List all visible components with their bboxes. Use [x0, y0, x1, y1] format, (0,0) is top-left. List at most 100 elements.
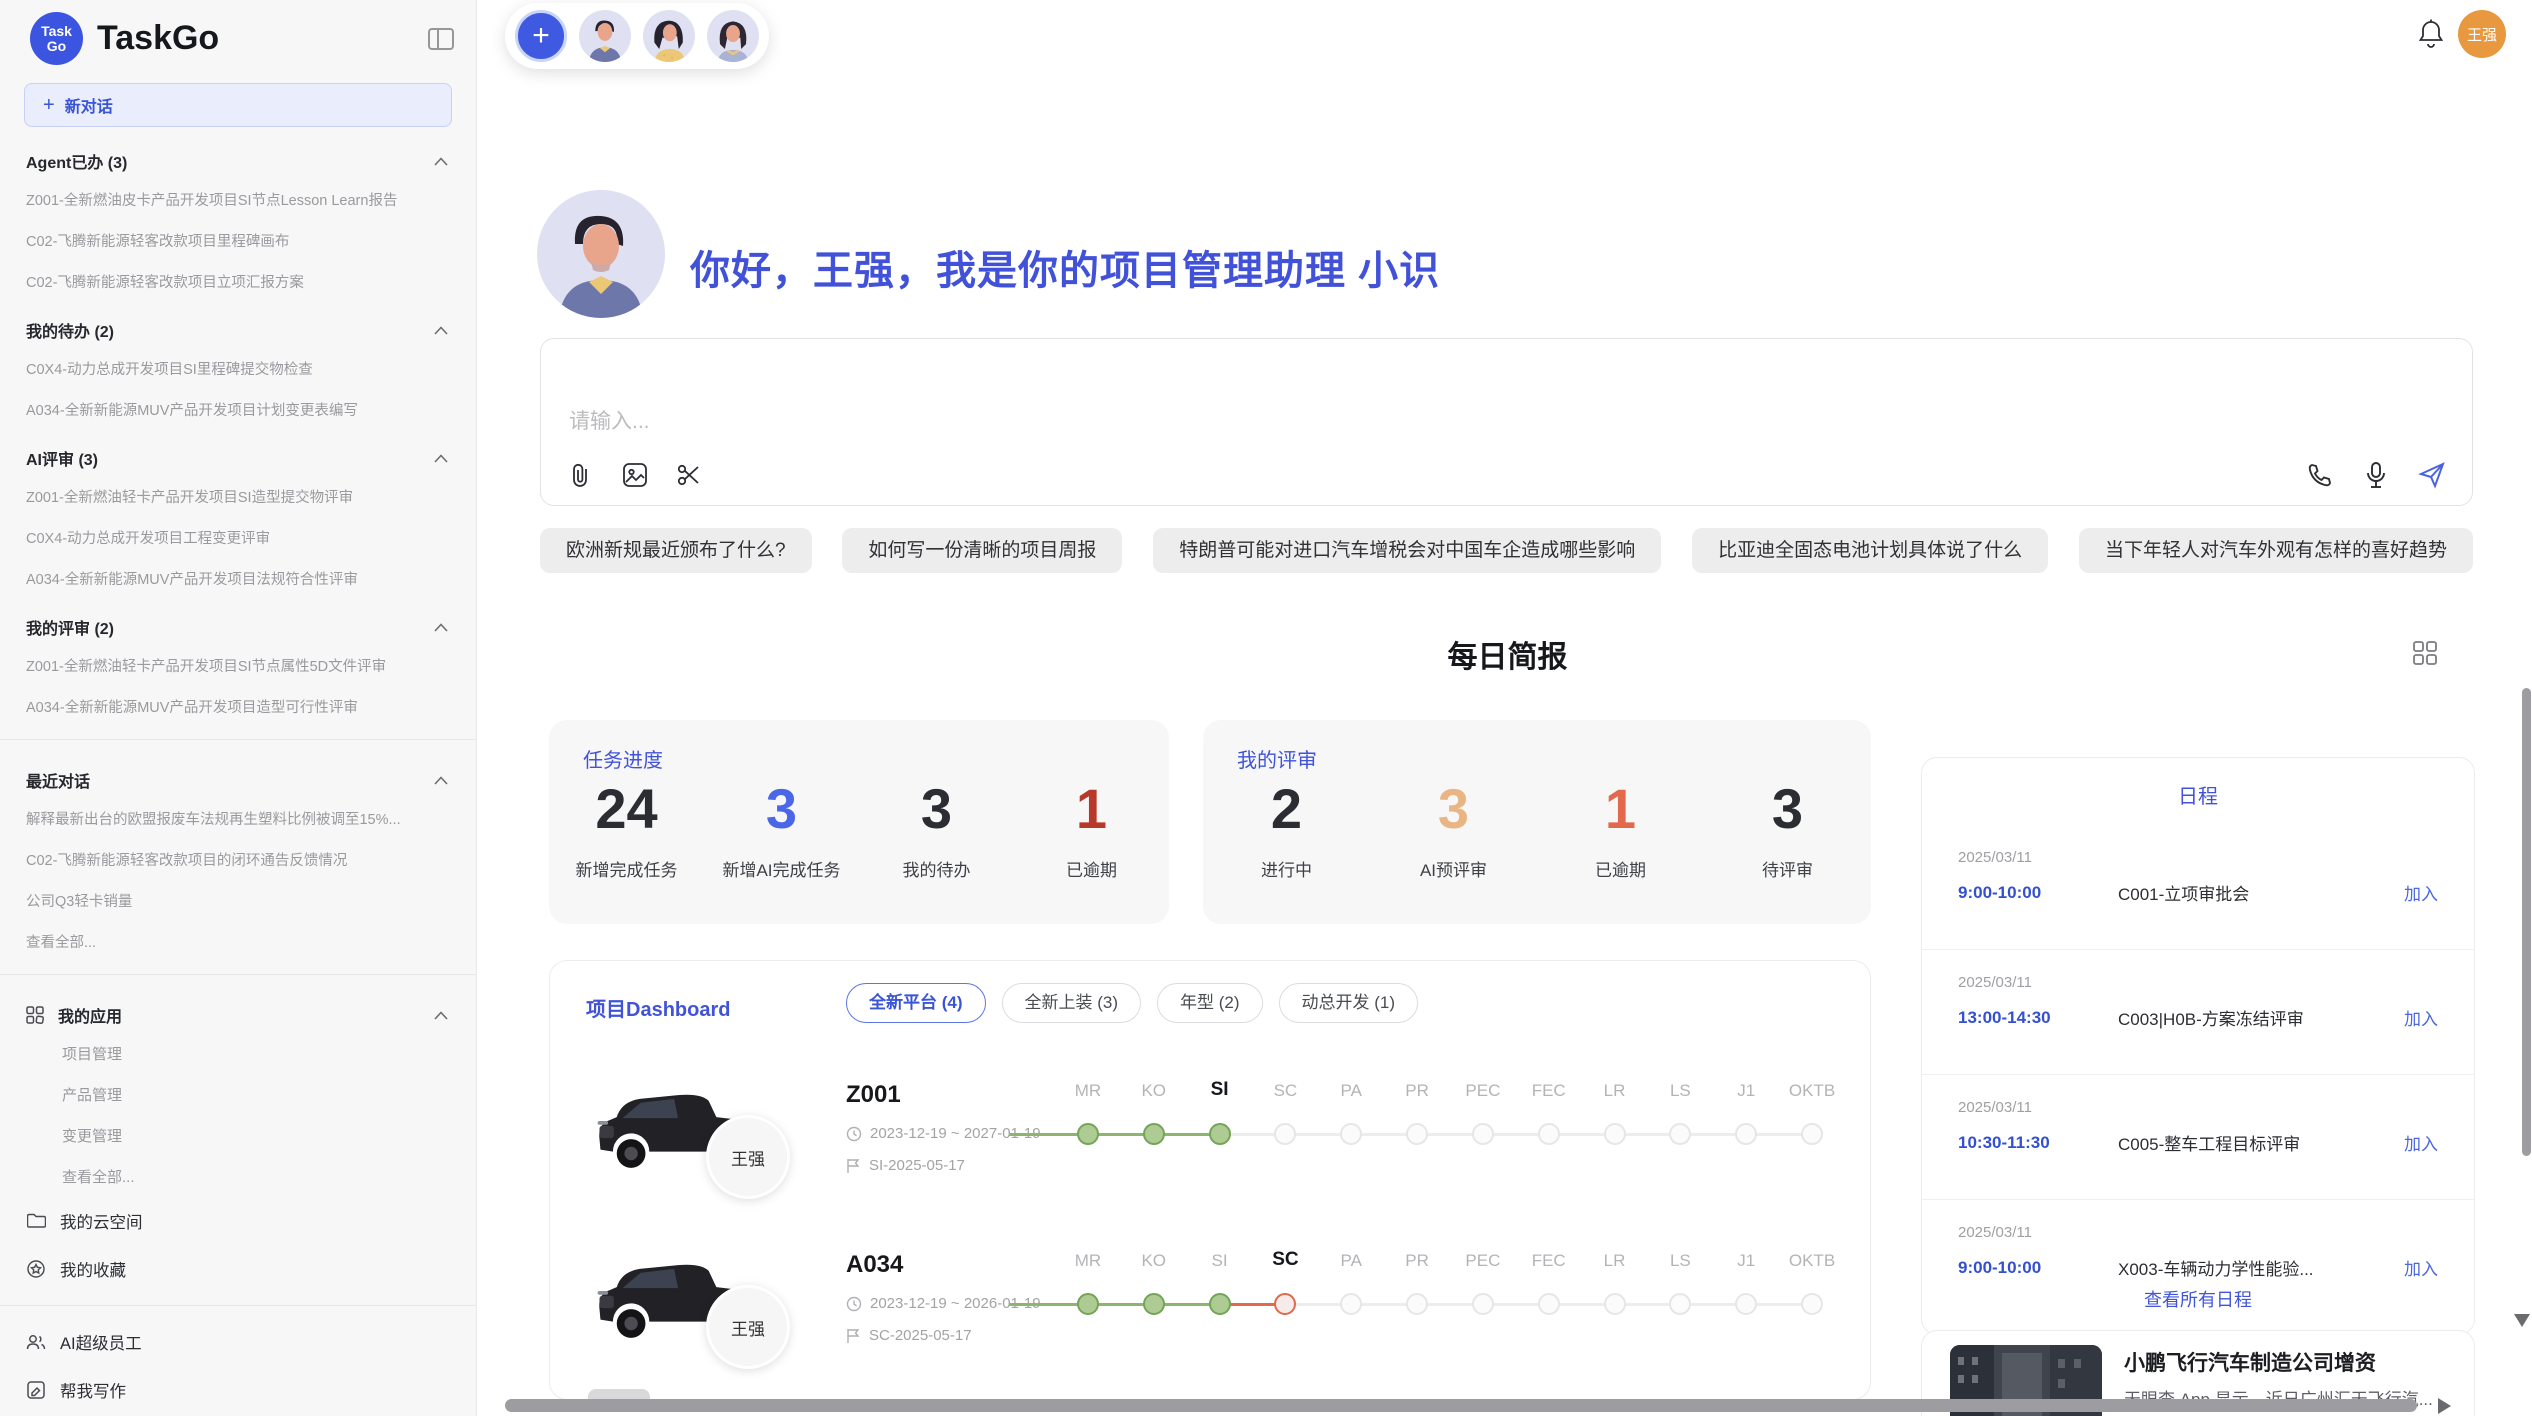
new-chat-button[interactable]: + 新对话 [24, 83, 452, 127]
scroll-down-arrow-icon[interactable] [2514, 1314, 2530, 1327]
suggestion-chip[interactable]: 如何写一份清晰的项目周报 [842, 528, 1122, 573]
message-composer[interactable]: 请输入... [540, 338, 2473, 506]
scroll-right-arrow-icon[interactable] [2438, 1398, 2451, 1414]
milestone-label: PA [1318, 1251, 1384, 1271]
sidebar-task-item[interactable]: C0X4-动力总成开发项目SI里程碑提交物检查 [0, 348, 476, 389]
session-avatar[interactable] [707, 10, 759, 62]
milestone-dot [1735, 1123, 1757, 1145]
recent-chat-item[interactable]: C02-飞腾新能源轻客改款项目的闭环通告反馈情况 [0, 839, 476, 880]
suggestion-chip[interactable]: 特朗普可能对进口汽车增税会对中国车企造成哪些影响 [1153, 528, 1661, 573]
milestone-dot [1538, 1123, 1560, 1145]
recent-chat-item[interactable]: 公司Q3轻卡销量 [0, 880, 476, 921]
add-session-button[interactable]: + [515, 10, 567, 62]
section-header-my-todo[interactable]: 我的待办 (2) [0, 302, 476, 348]
vertical-scrollbar[interactable] [2522, 688, 2531, 1156]
chevron-up-icon [434, 157, 448, 166]
image-icon[interactable] [621, 461, 649, 489]
sidebar-task-item[interactable]: Z001-全新燃油轻卡产品开发项目SI造型提交物评审 [0, 476, 476, 517]
milestone-label: PEC [1450, 1251, 1516, 1271]
layout-grid-icon[interactable] [2412, 640, 2440, 668]
section-header-agent-done[interactable]: Agent已办 (3) [0, 133, 476, 179]
user-avatar[interactable]: 王强 [2458, 10, 2506, 58]
app-item[interactable]: 产品管理 [0, 1074, 476, 1115]
dashboard-tab[interactable]: 全新平台 (4) [846, 983, 986, 1023]
schedule-entry: 2025/03/1113:00-14:30C003|H0B-方案冻结评审加入 [1922, 950, 2474, 1075]
my-todo-list: C0X4-动力总成开发项目SI里程碑提交物检查A034-全新新能源MUV产品开发… [0, 348, 476, 430]
view-all-schedule-link[interactable]: 查看所有日程 [1922, 1286, 2474, 1312]
milestone-label: SC [1252, 1249, 1318, 1271]
milestone-label: KO [1121, 1251, 1187, 1271]
recent-chat-item[interactable]: 解释最新出台的欧盟报废车法规再生塑料比例被调至15%... [0, 798, 476, 839]
session-avatar[interactable] [579, 10, 631, 62]
sidebar-task-item[interactable]: C02-飞腾新能源轻客改款项目立项汇报方案 [0, 261, 476, 302]
sidebar-task-item[interactable]: A034-全新新能源MUV产品开发项目计划变更表编写 [0, 389, 476, 430]
milestone-label: PEC [1450, 1081, 1516, 1101]
phone-icon[interactable] [2306, 461, 2334, 489]
schedule-event-name: X003-车辆动力学性能验... [2118, 1255, 2404, 1280]
send-icon[interactable] [2418, 461, 2446, 489]
recent-view-all-link[interactable]: 查看全部... [0, 921, 476, 962]
join-link[interactable]: 加入 [2404, 1130, 2438, 1155]
milestone-dot [1143, 1123, 1165, 1145]
project-row[interactable]: 王强 A034 2023-12-19 ~ 2026-01-19 SC-2025-… [550, 1227, 1870, 1397]
card-title: 我的评审 [1237, 744, 1317, 773]
schedule-event-name: C005-整车工程目标评审 [2118, 1130, 2404, 1155]
sidebar-task-item[interactable]: A034-全新新能源MUV产品开发项目造型可行性评审 [0, 686, 476, 727]
app-item[interactable]: 变更管理 [0, 1115, 476, 1156]
stat-value: 2 [1203, 778, 1370, 840]
join-link[interactable]: 加入 [2404, 880, 2438, 905]
milestone-si: SI [1187, 1227, 1253, 1357]
join-link[interactable]: 加入 [2404, 1255, 2438, 1280]
microphone-icon[interactable] [2362, 461, 2390, 489]
sidebar-item-ai-staff[interactable]: AI超级员工 [0, 1318, 476, 1366]
paperclip-icon[interactable] [567, 461, 595, 489]
milestone-j1: J1 [1713, 1227, 1779, 1357]
milestone-mr: MR [1055, 1227, 1121, 1357]
section-header-my-review[interactable]: 我的评审 (2) [0, 599, 476, 645]
milestone-lr: LR [1582, 1227, 1648, 1357]
sidebar-task-item[interactable]: Z001-全新燃油皮卡产品开发项目SI节点Lesson Learn报告 [0, 179, 476, 220]
ai-staff-label: AI超级员工 [60, 1330, 142, 1354]
milestone-label: PA [1318, 1081, 1384, 1101]
scissors-icon[interactable] [675, 461, 703, 489]
flag-icon [846, 1328, 861, 1344]
stat-label: 已逾期 [1537, 856, 1704, 881]
bell-icon[interactable] [2416, 18, 2448, 50]
section-header-my-apps[interactable]: 我的应用 [0, 987, 476, 1033]
section-header-recent-chats[interactable]: 最近对话 [0, 752, 476, 798]
session-avatar[interactable] [643, 10, 695, 62]
section-header-ai-review[interactable]: AI评审 (3) [0, 430, 476, 476]
join-link[interactable]: 加入 [2404, 1005, 2438, 1030]
milestone-label: KO [1121, 1081, 1187, 1101]
horizontal-scrollbar[interactable] [505, 1399, 2417, 1412]
sidebar-item-help-write[interactable]: 帮我写作 [0, 1366, 476, 1414]
sidebar-item-favorites[interactable]: 我的收藏 [0, 1245, 476, 1293]
sidebar-task-item[interactable]: C02-飞腾新能源轻客改款项目里程碑画布 [0, 220, 476, 261]
dashboard-tab[interactable]: 全新上装 (3) [1002, 983, 1142, 1023]
collapse-sidebar-icon[interactable] [426, 24, 456, 54]
schedule-time: 13:00-14:30 [1958, 1008, 2118, 1028]
milestone-dot [1143, 1293, 1165, 1315]
dashboard-tab[interactable]: 年型 (2) [1157, 983, 1263, 1023]
suggestion-chip[interactable]: 比亚迪全固态电池计划具体说了什么 [1692, 528, 2048, 573]
app-item[interactable]: 项目管理 [0, 1033, 476, 1074]
apps-view-all-link[interactable]: 查看全部... [0, 1156, 476, 1197]
sidebar-task-item[interactable]: A034-全新新能源MUV产品开发项目法规符合性评审 [0, 558, 476, 599]
schedule-time: 9:00-10:00 [1958, 1258, 2118, 1278]
project-row[interactable]: 王强 Z001 2023-12-19 ~ 2027-01-19 SI-2025-… [550, 1057, 1870, 1227]
cloud-space-label: 我的云空间 [60, 1209, 143, 1233]
card-title: 任务进度 [583, 744, 663, 773]
sidebar-task-item[interactable]: Z001-全新燃油轻卡产品开发项目SI节点属性5D文件评审 [0, 645, 476, 686]
chevron-up-icon [434, 1011, 448, 1020]
dashboard-title: 项目Dashboard [586, 993, 730, 1022]
chevron-up-icon [434, 454, 448, 463]
sidebar-task-item[interactable]: C0X4-动力总成开发项目工程变更评审 [0, 517, 476, 558]
suggestion-chip[interactable]: 当下年轻人对汽车外观有怎样的喜好趋势 [2079, 528, 2473, 573]
dashboard-tab[interactable]: 动总开发 (1) [1279, 983, 1419, 1023]
sidebar-item-cloud-space[interactable]: 我的云空间 [0, 1197, 476, 1245]
suggestion-chip[interactable]: 欧洲新规最近颁布了什么? [540, 528, 812, 573]
schedule-entry: 2025/03/1110:30-11:30C005-整车工程目标评审加入 [1922, 1075, 2474, 1200]
stat-item: 2 进行中 [1203, 778, 1370, 881]
stat-label: 进行中 [1203, 856, 1370, 881]
milestone-dot [1274, 1123, 1296, 1145]
